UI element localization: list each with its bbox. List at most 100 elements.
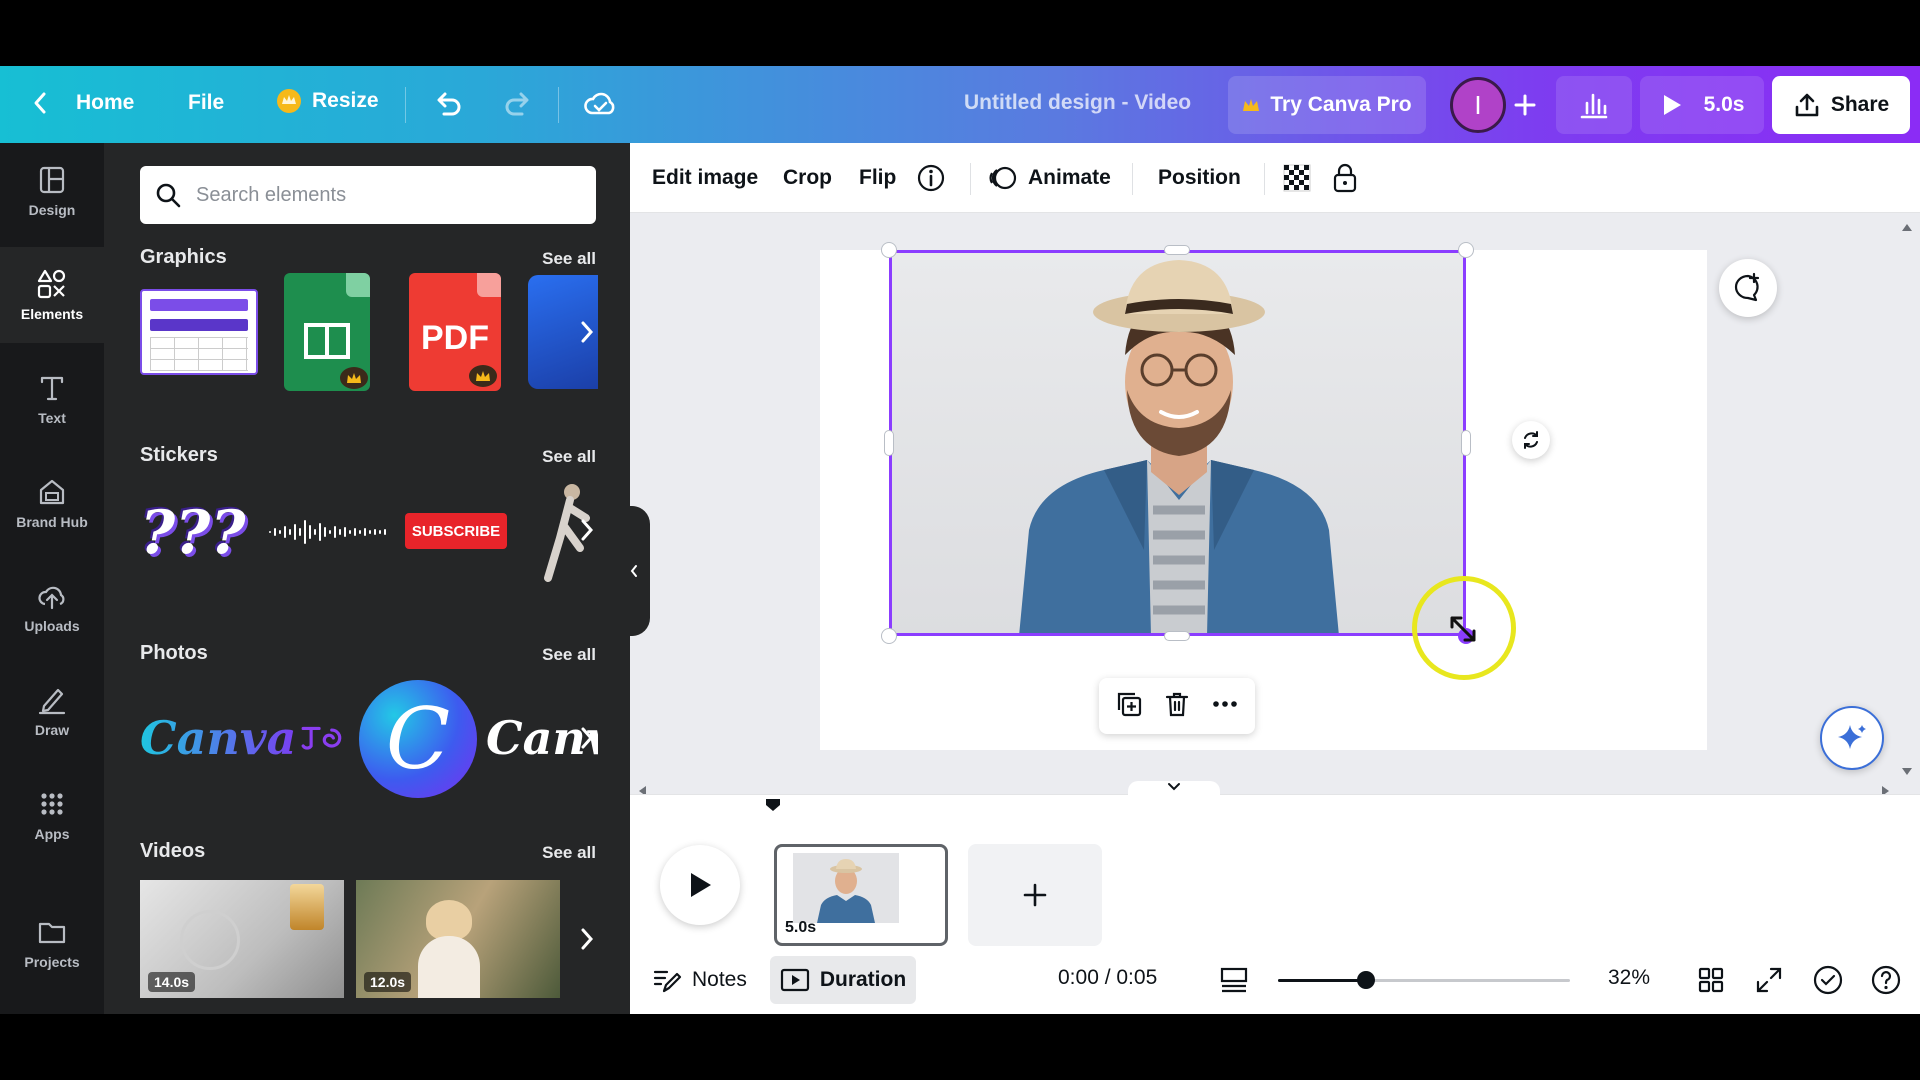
present-play-button[interactable]: 5.0s: [1640, 76, 1764, 134]
timeline-page-thumbnail[interactable]: 5.0s: [774, 844, 948, 946]
rail-item-design[interactable]: Design: [0, 143, 104, 239]
sparkle-icon: [1838, 725, 1866, 749]
timeline-toggle-button[interactable]: [1128, 781, 1220, 801]
divider: [558, 87, 559, 123]
playhead-marker-icon[interactable]: [764, 797, 782, 815]
page-view-toggle-button[interactable]: [1218, 956, 1250, 1004]
see-all-videos-link[interactable]: See all: [542, 843, 596, 863]
photo-canva-c-logo[interactable]: C: [359, 680, 477, 798]
canva-editor: Home File Resize Untitled design - Video…: [0, 66, 1920, 1014]
pro-crown-badge: [469, 365, 497, 387]
transparency-button[interactable]: [1282, 143, 1312, 213]
rail-item-brand-hub[interactable]: Brand Hub: [0, 455, 104, 551]
redo-button[interactable]: [500, 86, 536, 128]
stickers-next-button[interactable]: [572, 500, 602, 560]
section-title-stickers: Stickers: [140, 444, 218, 466]
delete-button[interactable]: [1162, 689, 1192, 724]
zoom-slider-track[interactable]: [1278, 971, 1570, 989]
grid-view-button[interactable]: [1696, 956, 1726, 1004]
edit-image-button[interactable]: Edit image: [652, 143, 758, 213]
crop-button[interactable]: Crop: [783, 143, 832, 213]
check-accessibility-button[interactable]: [1812, 956, 1844, 1004]
rail-item-text[interactable]: Text: [0, 351, 104, 447]
rail-item-uploads[interactable]: Uploads: [0, 559, 104, 655]
see-all-stickers-link[interactable]: See all: [542, 447, 596, 467]
cloud-save-button[interactable]: [582, 86, 618, 128]
scroll-up-arrow-icon[interactable]: [1900, 221, 1914, 233]
graphic-table-template[interactable]: [140, 289, 258, 375]
lock-button[interactable]: [1330, 143, 1360, 213]
resize-handle-bottom-left[interactable]: [881, 628, 897, 644]
comment-plus-icon: [1734, 272, 1760, 302]
check-circle-icon: [1813, 965, 1843, 995]
rail-item-elements[interactable]: Elements: [0, 247, 104, 343]
lock-icon: [1333, 163, 1357, 193]
magic-assistant-button[interactable]: [1820, 706, 1884, 770]
position-button[interactable]: Position: [1158, 143, 1241, 213]
add-comment-button[interactable]: [1719, 259, 1777, 317]
see-all-graphics-link[interactable]: See all: [542, 249, 596, 269]
video-thumb-glasses[interactable]: 14.0s: [140, 880, 344, 998]
zoom-slider-thumb[interactable]: [1356, 971, 1375, 989]
info-button[interactable]: [916, 143, 946, 213]
notes-button[interactable]: Notes: [652, 956, 747, 1004]
resize-handle-bottom[interactable]: [1164, 631, 1190, 641]
flip-button[interactable]: Flip: [859, 143, 896, 213]
see-all-photos-link[interactable]: See all: [542, 645, 596, 665]
sticker-text: ???: [140, 498, 246, 568]
sticker-soundwave[interactable]: [268, 517, 390, 547]
duration-button[interactable]: Duration: [770, 956, 916, 1004]
photo-canva-logo-text[interactable]: Canva: [140, 698, 356, 778]
chevron-left-icon: [34, 92, 46, 114]
section-title-videos: Videos: [140, 840, 206, 862]
photos-next-button[interactable]: [572, 708, 602, 768]
insights-button[interactable]: [1556, 76, 1632, 134]
rail-label: Projects: [24, 954, 80, 970]
home-button[interactable]: Home: [28, 88, 134, 118]
undo-button[interactable]: [430, 86, 466, 128]
share-button[interactable]: Share: [1772, 76, 1910, 134]
selection-box[interactable]: [889, 250, 1466, 636]
position-label: Position: [1158, 166, 1241, 189]
rail-item-projects[interactable]: Projects: [0, 895, 104, 991]
sticker-question-marks[interactable]: ???: [140, 493, 252, 573]
resize-handle-top[interactable]: [1164, 245, 1190, 255]
sheet-grid-icon: [304, 323, 350, 359]
help-button[interactable]: [1870, 956, 1902, 1004]
cloud-check-icon: [584, 92, 615, 115]
thumbnail-image: [793, 853, 899, 923]
file-menu-button[interactable]: File: [188, 91, 224, 115]
more-options-button[interactable]: [1210, 689, 1240, 724]
resize-handle-top-left[interactable]: [881, 242, 897, 258]
resize-handle-left[interactable]: [884, 430, 894, 456]
scroll-down-arrow-icon[interactable]: [1900, 766, 1914, 778]
try-canva-pro-button[interactable]: Try Canva Pro: [1228, 76, 1426, 134]
rotate-button[interactable]: [1512, 421, 1550, 459]
chevron-down-icon: [1168, 783, 1180, 791]
duplicate-button[interactable]: [1114, 689, 1144, 724]
search-input[interactable]: [196, 183, 576, 207]
animate-button[interactable]: Animate: [988, 143, 1111, 213]
resize-button[interactable]: Resize: [276, 88, 379, 114]
collapse-panel-button[interactable]: [618, 506, 650, 636]
video-thumb-woman[interactable]: 12.0s: [356, 880, 560, 998]
avatar[interactable]: I: [1450, 77, 1506, 133]
zoom-level[interactable]: 32%: [1608, 966, 1650, 990]
resize-handle-top-right[interactable]: [1458, 242, 1474, 258]
graphics-next-button[interactable]: [572, 302, 602, 362]
design-title[interactable]: Untitled design - Video: [964, 91, 1191, 115]
graphic-sheets-icon[interactable]: [284, 273, 370, 391]
graphic-pdf-icon[interactable]: PDF: [409, 273, 501, 391]
play-icon: [1663, 95, 1681, 115]
fullscreen-button[interactable]: [1754, 956, 1784, 1004]
rail-item-draw[interactable]: Draw: [0, 663, 104, 759]
add-collaborator-button[interactable]: [1512, 87, 1538, 129]
sticker-subscribe[interactable]: SUBSCRIBE: [405, 513, 507, 549]
search-box[interactable]: [140, 166, 596, 224]
videos-next-button[interactable]: [572, 909, 602, 969]
whiskey-glass-shape: [290, 884, 324, 930]
add-page-button[interactable]: [968, 844, 1102, 946]
resize-handle-right[interactable]: [1461, 430, 1471, 456]
timeline-play-button[interactable]: [660, 845, 740, 925]
rail-item-apps[interactable]: Apps: [0, 767, 104, 863]
